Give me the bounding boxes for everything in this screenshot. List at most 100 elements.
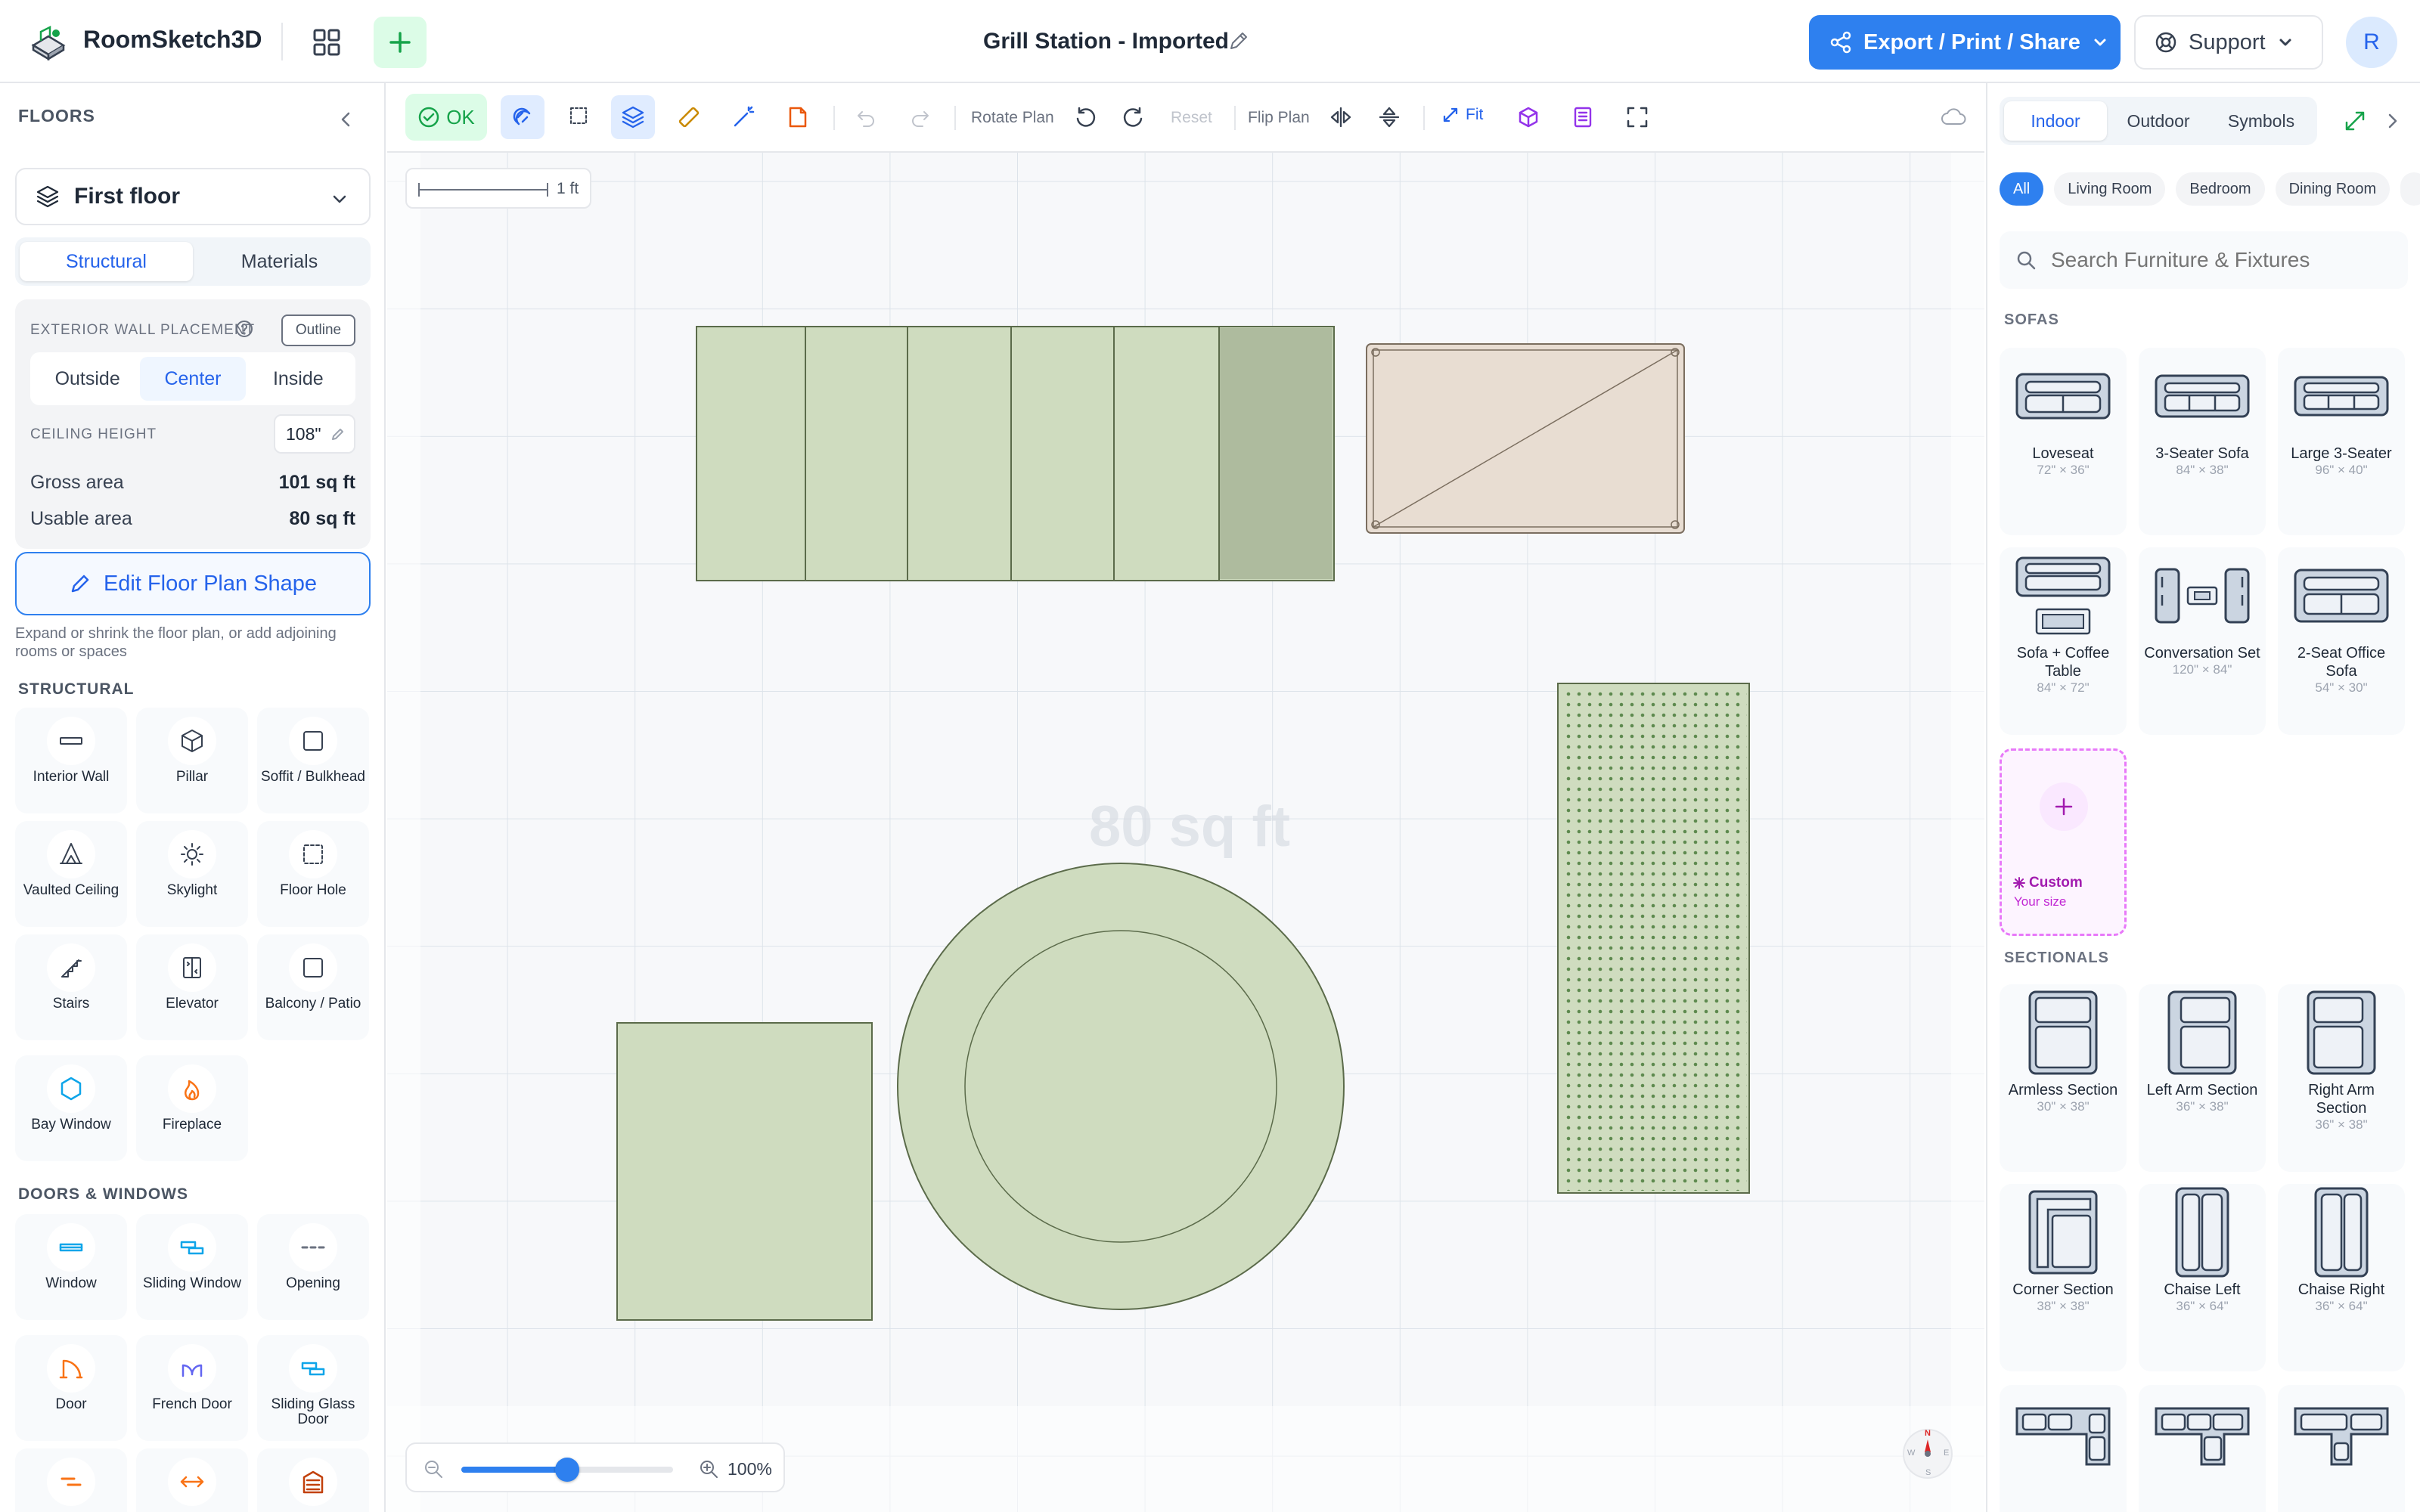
tool-label: Opening (286, 1275, 340, 1291)
fullscreen-icon[interactable] (1620, 100, 1655, 135)
tool-bay-window[interactable]: Bay Window (15, 1055, 127, 1161)
building-icon[interactable] (1565, 100, 1600, 135)
furniture-item[interactable]: Right Arm Section 36" × 38" (2278, 984, 2405, 1172)
prep-table-object[interactable] (1366, 343, 1685, 534)
floor-properties: EXTERIOR WALL PLACEMENT Outline Outside … (15, 299, 371, 549)
compass-widget[interactable]: N W E S (1903, 1429, 1953, 1479)
toolbar-divider (833, 106, 835, 130)
outline-toggle[interactable]: Outline (281, 314, 355, 346)
tool-window[interactable]: Window (15, 1214, 127, 1320)
user-avatar[interactable]: R (2346, 17, 2397, 68)
cloud-sync-icon[interactable] (1936, 100, 1971, 135)
dotted-mat-object[interactable] (1557, 683, 1750, 1194)
chevron-right-icon[interactable] (2382, 110, 2403, 132)
chip-more[interactable] (2400, 172, 2420, 206)
furniture-item[interactable] (2139, 1385, 2266, 1512)
floor-selector[interactable]: First floor (15, 168, 371, 225)
expand-panel-icon[interactable] (2343, 109, 2367, 133)
custom-size-card[interactable]: Custom Your size (2000, 748, 2127, 936)
select-area-icon[interactable] (563, 100, 597, 135)
search-input[interactable] (2049, 247, 2382, 273)
undo-icon[interactable] (849, 100, 883, 135)
dashboard-grid-icon[interactable] (307, 24, 346, 60)
placement-outside[interactable]: Outside (35, 357, 140, 401)
tool-elevator[interactable]: Elevator (136, 934, 248, 1040)
layers-toggle-icon[interactable] (611, 95, 655, 139)
furniture-item[interactable]: Left Arm Section 36" × 38" (2139, 984, 2266, 1172)
furniture-item[interactable]: Chaise Left 36" × 64" (2139, 1184, 2266, 1371)
tool-balcony-patio[interactable]: Balcony / Patio (257, 934, 369, 1040)
rotate-right-icon[interactable] (1116, 100, 1151, 135)
tool-interior-wall[interactable]: Interior Wall (15, 708, 127, 813)
tool-soffit-bulkhead[interactable]: Soffit / Bulkhead (257, 708, 369, 813)
ok-status-button[interactable]: OK (405, 94, 487, 141)
tab-structural[interactable]: Structural (20, 242, 193, 281)
tool-sliding-window[interactable]: Sliding Window (136, 1214, 248, 1320)
furniture-item[interactable]: 3-Seater Sofa 84" × 38" (2139, 348, 2266, 535)
help-icon[interactable] (234, 319, 254, 339)
support-button[interactable]: Support (2134, 15, 2323, 70)
edit-floor-plan-shape-button[interactable]: Edit Floor Plan Shape (15, 552, 371, 615)
zoom-slider-thumb[interactable] (555, 1458, 579, 1482)
flip-vertical-icon[interactable] (1372, 100, 1407, 135)
tab-symbols[interactable]: Symbols (2210, 101, 2313, 141)
ruler-icon[interactable] (672, 100, 706, 135)
panel-mode-tabs: Structural Materials (15, 237, 371, 286)
round-table-object[interactable] (897, 863, 1345, 1310)
rename-pencil-icon[interactable] (1227, 29, 1251, 53)
placement-center[interactable]: Center (140, 357, 246, 401)
furniture-item[interactable] (2000, 1385, 2127, 1512)
magic-wand-icon[interactable] (726, 100, 761, 135)
floor-plan-canvas[interactable]: 80 sq ft OK Rotate Plan Reset Flip Plan … (387, 83, 1984, 1512)
zoom-slider-track[interactable] (461, 1458, 673, 1482)
placement-inside[interactable]: Inside (246, 357, 351, 401)
furniture-item[interactable]: Large 3-Seater 96" × 40" (2278, 348, 2405, 535)
export-print-share-button[interactable]: Export / Print / Share (1809, 15, 2121, 70)
tool-stairs[interactable]: Stairs (15, 934, 127, 1040)
redo-icon[interactable] (903, 100, 938, 135)
furniture-item[interactable]: 2-Seat Office Sofa 54" × 30" (2278, 547, 2405, 735)
reset-button[interactable]: Reset (1171, 109, 1212, 127)
tool-garage-door[interactable] (257, 1448, 369, 1512)
tool-french-door[interactable]: French Door (136, 1335, 248, 1441)
furniture-item[interactable]: Loveseat 72" × 36" (2000, 348, 2127, 535)
furniture-item[interactable]: Chaise Right 36" × 64" (2278, 1184, 2405, 1371)
furniture-item[interactable]: Conversation Set 120" × 84" (2139, 547, 2266, 735)
chip-living-room[interactable]: Living Room (2054, 172, 2166, 206)
tool-skylight[interactable]: Skylight (136, 821, 248, 927)
top-header: RoomSketch3D Grill Station - Imported Ex… (0, 0, 2420, 83)
new-project-button[interactable] (374, 17, 427, 68)
furniture-item[interactable]: Corner Section 38" × 38" (2000, 1184, 2127, 1371)
tool-pocket-door[interactable] (15, 1448, 127, 1512)
square-table-object[interactable] (616, 1022, 873, 1321)
zoom-in-icon[interactable] (697, 1458, 720, 1480)
chip-all[interactable]: All (2000, 172, 2044, 206)
fit-button[interactable]: Fit (1441, 106, 1483, 124)
tool-floor-hole[interactable]: Floor Hole (257, 821, 369, 927)
tab-outdoor[interactable]: Outdoor (2107, 101, 2210, 141)
tool-bifold-door[interactable] (136, 1448, 248, 1512)
3d-view-cube-icon[interactable] (1511, 100, 1546, 135)
chip-bedroom[interactable]: Bedroom (2176, 172, 2265, 206)
tool-vaulted-ceiling[interactable]: Vaulted Ceiling (15, 821, 127, 927)
tab-materials[interactable]: Materials (193, 242, 366, 281)
tool-sliding-glass-door[interactable]: Sliding Glass Door (257, 1335, 369, 1441)
furniture-item[interactable]: Sofa + Coffee Table 84" × 72" (2000, 547, 2127, 735)
ceiling-height-field[interactable]: 108" (274, 414, 355, 454)
furniture-item[interactable]: Armless Section 30" × 38" (2000, 984, 2127, 1172)
tab-indoor[interactable]: Indoor (2004, 101, 2107, 141)
flip-horizontal-icon[interactable] (1323, 100, 1358, 135)
zoom-out-icon[interactable] (422, 1458, 445, 1480)
note-icon[interactable] (780, 100, 815, 135)
magnet-snap-icon[interactable] (501, 95, 544, 139)
tool-pillar[interactable]: Pillar (136, 708, 248, 813)
document-title[interactable]: Grill Station - Imported (983, 29, 1229, 54)
furniture-item[interactable] (2278, 1385, 2405, 1512)
tool-door[interactable]: Door (15, 1335, 127, 1441)
chip-dining-room[interactable]: Dining Room (2275, 172, 2391, 206)
grill-station-object[interactable] (696, 326, 1335, 581)
rotate-left-icon[interactable] (1068, 100, 1103, 135)
collapse-panel-icon[interactable] (333, 106, 360, 133)
tool-fireplace[interactable]: Fireplace (136, 1055, 248, 1161)
tool-opening[interactable]: Opening (257, 1214, 369, 1320)
